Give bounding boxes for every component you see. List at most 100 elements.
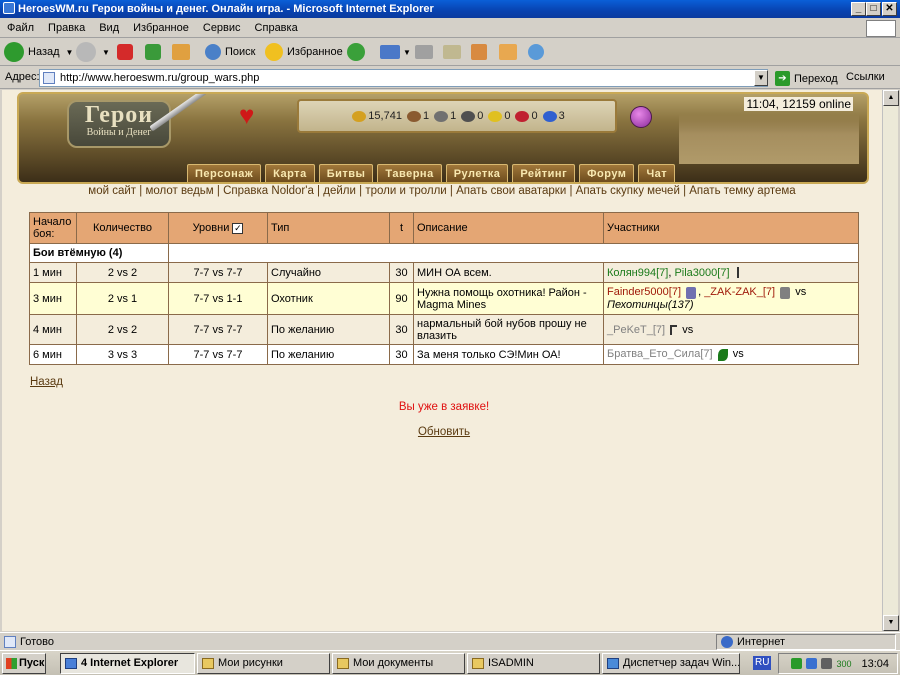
- participant-link[interactable]: Братва_Ето_Сила[7]: [607, 348, 713, 360]
- crystal-icon: [515, 110, 530, 122]
- menu-bar: Файл Правка Вид Избранное Сервис Справка: [0, 19, 900, 38]
- tray-shield-icon[interactable]: [806, 658, 818, 669]
- participant-link[interactable]: Fainder5000[7]: [607, 286, 681, 298]
- menu-favorites[interactable]: Избранное: [126, 19, 196, 37]
- back-button[interactable]: Назад ▼: [4, 41, 73, 63]
- link-artem-topic[interactable]: Апать темку артема: [689, 185, 795, 197]
- cross-icon: [736, 267, 743, 279]
- link-avatars[interactable]: Апать свои аватарки: [456, 185, 566, 197]
- links-button[interactable]: Ссылки: [846, 71, 885, 83]
- nav-map[interactable]: Карта: [265, 164, 315, 182]
- vertical-scrollbar[interactable]: ▲ ▼: [882, 90, 899, 631]
- participant-link[interactable]: _ZAK-ZAK_[7]: [704, 286, 775, 298]
- go-button[interactable]: ➔ Переход: [775, 70, 838, 87]
- link-dailies[interactable]: дейли: [323, 185, 356, 197]
- minimize-button[interactable]: _: [851, 2, 866, 16]
- cell-description: Нужна помощь охотника! Район - Magma Min…: [413, 282, 604, 315]
- section-title: Бои втёмную (4): [29, 243, 169, 263]
- back-link[interactable]: Назад: [30, 376, 63, 388]
- folder-icon: [337, 658, 349, 669]
- task-my-documents[interactable]: Мои документы: [332, 653, 465, 674]
- search-button[interactable]: Поиск: [205, 41, 255, 63]
- edit-button[interactable]: [443, 41, 461, 63]
- link-my-site[interactable]: мой сайт: [88, 185, 136, 197]
- link-noldor-help[interactable]: Справка Noldor'a: [223, 185, 314, 197]
- task-isadmin[interactable]: ISADMIN: [467, 653, 600, 674]
- cell-type: Охотник: [267, 282, 390, 315]
- dropdown-icon[interactable]: ▼: [66, 48, 74, 57]
- address-url: http://www.heroeswm.ru/group_wars.php: [60, 72, 260, 84]
- menu-help[interactable]: Справка: [248, 19, 305, 37]
- home-button[interactable]: [172, 41, 190, 63]
- favorites-button[interactable]: Избранное: [265, 41, 343, 63]
- cell-type: По желанию: [267, 314, 390, 345]
- potion-icon[interactable]: [630, 106, 652, 128]
- mercury-icon: [461, 110, 476, 122]
- participant-link[interactable]: _PeKeT_[7]: [607, 324, 665, 336]
- address-dropdown[interactable]: ▼: [754, 70, 768, 86]
- page-viewport: Герои Войны и Денег ♥ 15,741 1 1 0 0 0 3…: [2, 90, 882, 631]
- link-swords[interactable]: Апать скупку мечей: [576, 185, 680, 197]
- gems-icon: [542, 110, 557, 122]
- nav-chat[interactable]: Чат: [638, 164, 676, 182]
- table-row: 3 мин 2 vs 1 7-7 vs 1-1 Охотник 90 Нужна…: [29, 282, 859, 315]
- nav-roulette[interactable]: Рулетка: [445, 164, 509, 182]
- nav-tavern[interactable]: Таверна: [377, 164, 442, 182]
- task-internet-explorer[interactable]: 4 Internet Explorer: [60, 653, 195, 674]
- status-text: Готово: [20, 636, 54, 648]
- link-witch-hammer[interactable]: молот ведьм: [145, 185, 213, 197]
- dropdown-icon[interactable]: ▼: [102, 48, 110, 57]
- menu-edit[interactable]: Правка: [41, 19, 92, 37]
- link-trolls[interactable]: троли и тролли: [365, 185, 446, 197]
- menu-tools[interactable]: Сервис: [196, 19, 248, 37]
- cell-count: 2 vs 2: [76, 314, 169, 345]
- stop-button[interactable]: [117, 41, 133, 63]
- messenger-button[interactable]: [499, 41, 517, 63]
- tray-network-icon[interactable]: [821, 658, 833, 669]
- start-button[interactable]: Пуск: [2, 653, 46, 674]
- mail-button[interactable]: ▼: [380, 41, 411, 63]
- refresh-link-text[interactable]: Обновить: [418, 426, 470, 438]
- levels-checkbox[interactable]: ✓: [232, 222, 244, 234]
- nav-forum[interactable]: Форум: [579, 164, 635, 182]
- scroll-down-button[interactable]: ▼: [883, 615, 899, 631]
- header-description: Описание: [413, 212, 604, 244]
- nav-battles[interactable]: Битвы: [318, 164, 374, 182]
- participant-link[interactable]: Колян994[7]: [607, 267, 668, 279]
- cell-start: 6 мин: [29, 344, 77, 365]
- menu-file[interactable]: Файл: [0, 19, 41, 37]
- resource-mercury: 0: [458, 110, 483, 122]
- maximize-button[interactable]: □: [866, 2, 881, 16]
- close-button[interactable]: ✕: [882, 2, 897, 16]
- leaf-icon: [717, 348, 728, 361]
- language-indicator[interactable]: RU: [753, 656, 772, 670]
- nav-character[interactable]: Персонаж: [187, 164, 262, 182]
- address-input[interactable]: http://www.heroeswm.ru/group_wars.php: [39, 69, 768, 87]
- participant-link[interactable]: Pila3000[7]: [674, 267, 729, 279]
- research-button[interactable]: [528, 41, 544, 63]
- system-tray: 300 13:04: [778, 653, 898, 674]
- refresh-button[interactable]: [145, 41, 161, 63]
- cell-levels: 7-7 vs 7-7: [168, 262, 268, 283]
- resource-value: 0: [504, 110, 511, 122]
- forward-button[interactable]: ▼: [76, 41, 110, 63]
- address-bar: Адрес: http://www.heroeswm.ru/group_wars…: [0, 67, 900, 89]
- heart-icon[interactable]: ♥: [239, 102, 254, 128]
- task-task-manager[interactable]: Диспетчер задач Win...: [602, 653, 740, 674]
- discuss-button[interactable]: [471, 41, 487, 63]
- globe-icon: [721, 636, 733, 648]
- history-button[interactable]: [347, 41, 365, 63]
- dropdown-icon[interactable]: ▼: [403, 48, 411, 57]
- task-my-pictures[interactable]: Мои рисунки: [197, 653, 330, 674]
- resource-value: 1: [450, 110, 457, 122]
- tray-green-icon[interactable]: [791, 658, 803, 669]
- cell-description: За меня только СЭ!Мин ОА!: [413, 344, 604, 365]
- vs-label: vs: [682, 323, 694, 336]
- scroll-up-button[interactable]: ▲: [883, 90, 899, 106]
- print-button[interactable]: [415, 41, 433, 63]
- nav-rating[interactable]: Рейтинг: [512, 164, 576, 182]
- game-nav: Персонаж Карта Битвы Таверна Рулетка Рей…: [187, 164, 676, 182]
- menu-view[interactable]: Вид: [92, 19, 126, 37]
- refresh-icon: [145, 44, 161, 60]
- levels-label: Уровни: [192, 222, 230, 234]
